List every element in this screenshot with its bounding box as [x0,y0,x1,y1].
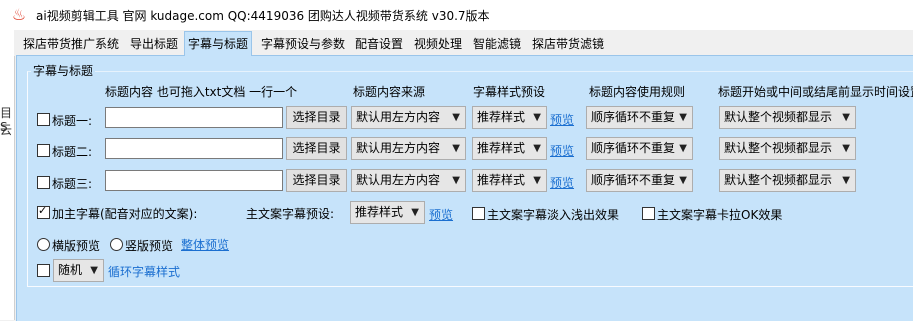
chevron-down-icon: ▼ [679,143,687,154]
tab-bar: 探店带货推广系统 导出标题 字幕与标题 字幕预设与参数 配音设置 视频处理 智能… [14,30,913,56]
tab-store-promotion[interactable]: 探店带货推广系统 [20,34,122,54]
tab-subtitle-presets[interactable]: 字幕预设与参数 [258,34,348,54]
title-2-rule-select[interactable]: 顺序循环不重复 ▼ [586,137,693,160]
chevron-down-icon: ▼ [679,112,687,123]
tab-voice-settings[interactable]: 配音设置 [352,34,406,54]
tab-panel: 字幕与标题 标题内容 也可拖入txt文档 一行一个 标题内容来源 字幕样式预设 … [16,55,913,321]
tab-store-filter[interactable]: 探店带货滤镜 [529,34,607,54]
chevron-down-icon: ▼ [452,112,460,123]
title-3-style-value: 推荐样式 [477,173,526,187]
title-3-preview-link[interactable]: 预览 [550,174,574,191]
title-3-source-select[interactable]: 默认用左方内容 ▼ [351,169,466,192]
flame-icon: ♨ [11,5,27,24]
title-1-style-select[interactable]: 推荐样式 ▼ [472,106,547,129]
main-preset-select[interactable]: 推荐样式 ▼ [350,201,425,224]
header-display-time: 标题开始或中间或结尾前显示时间设置 [718,85,913,99]
title-1-source-select[interactable]: 默认用左方内容 ▼ [351,106,466,129]
horizontal-preview-radio[interactable] [37,238,50,251]
main-preset-label: 主文案字幕预设: [246,207,335,221]
karaoke-effect-label: 主文案字幕卡拉OK效果 [657,208,783,222]
title-2-rule-value: 顺序循环不重复 [591,141,676,155]
chevron-down-icon: ▼ [452,143,460,154]
title-1-choose-dir-button[interactable]: 选择目录 [286,106,347,129]
title-2-timing-value: 默认整个视频都显示 [724,141,833,155]
chevron-down-icon: ▼ [533,112,541,123]
title-2-style-value: 推荐样式 [477,141,526,155]
title-2-label: 标题二: [52,145,93,159]
title-2-timing-select[interactable]: 默认整个视频都显示 ▼ [719,137,856,160]
title-1-source-value: 默认用左方内容 [356,110,441,124]
chevron-down-icon: ▼ [90,265,98,276]
chevron-down-icon: ▼ [679,175,687,186]
cycle-mode-select[interactable]: 随机 ▼ [53,259,104,282]
window-title: ai视频剪辑工具 官网 kudage.com QQ:4419036 团购达人视频… [36,9,490,23]
vertical-preview-label: 竖版预览 [125,239,174,253]
chevron-down-icon: ▼ [452,175,460,186]
title-2-choose-dir-button[interactable]: 选择目录 [286,137,347,160]
main-preset-value: 推荐样式 [355,205,404,219]
group-title: 字幕与标题 [31,62,96,79]
title-1-label: 标题一: [52,114,93,128]
title-1-checkbox[interactable] [37,113,50,126]
chevron-down-icon: ▼ [533,175,541,186]
title-2-checkbox[interactable] [37,144,50,157]
title-3-style-select[interactable]: 推荐样式 ▼ [472,169,547,192]
chevron-down-icon: ▼ [842,175,850,186]
title-1-input[interactable] [105,107,283,128]
title-1-rule-value: 顺序循环不重复 [591,110,676,124]
tab-export-title[interactable]: 导出标题 [127,34,181,54]
main-preset-preview-link[interactable]: 预览 [429,206,453,223]
title-2-style-select[interactable]: 推荐样式 ▼ [472,137,547,160]
chevron-down-icon: ▼ [842,143,850,154]
background-window-strip: 目云 S [0,30,15,320]
karaoke-effect-checkbox[interactable] [642,207,655,220]
title-1-rule-select[interactable]: 顺序循环不重复 ▼ [586,106,693,129]
tab-subtitles-titles[interactable]: 字幕与标题 [184,31,253,56]
title-3-choose-dir-button[interactable]: 选择目录 [286,169,347,192]
cycle-mode-value: 随机 [58,263,83,277]
header-usage-rule: 标题内容使用规则 [589,85,686,99]
horizontal-preview-label: 横版预览 [52,239,101,253]
title-1-timing-value: 默认整个视频都显示 [724,110,833,124]
title-2-source-value: 默认用左方内容 [356,141,441,155]
background-text-fragment: S [0,120,8,134]
fade-effect-checkbox[interactable] [472,207,485,220]
cycle-style-link[interactable]: 循环字幕样式 [108,263,180,280]
overall-preview-link[interactable]: 整体预览 [181,236,229,253]
header-title-source: 标题内容来源 [353,85,426,99]
header-subtitle-style: 字幕样式预设 [473,85,546,99]
chevron-down-icon: ▼ [533,143,541,154]
chevron-down-icon: ▼ [411,207,419,218]
title-3-timing-select[interactable]: 默认整个视频都显示 ▼ [719,169,856,192]
fade-effect-label: 主文案字幕淡入浅出效果 [487,208,620,222]
title-3-source-value: 默认用左方内容 [356,173,441,187]
title-bar: ♨ ai视频剪辑工具 官网 kudage.com QQ:4419036 团购达人… [0,0,913,30]
cycle-style-checkbox[interactable] [37,264,50,277]
tab-smart-filter[interactable]: 智能滤镜 [470,34,524,54]
title-3-label: 标题三: [52,177,93,191]
title-1-preview-link[interactable]: 预览 [550,111,574,128]
title-2-preview-link[interactable]: 预览 [550,142,574,159]
title-2-source-select[interactable]: 默认用左方内容 ▼ [351,137,466,160]
title-2-input[interactable] [105,138,283,159]
tab-video-processing[interactable]: 视频处理 [411,34,465,54]
main-subtitle-label: 加主字幕(配音对应的文案): [52,207,198,221]
title-1-timing-select[interactable]: 默认整个视频都显示 ▼ [719,106,856,129]
title-3-rule-value: 顺序循环不重复 [591,173,676,187]
title-3-rule-select[interactable]: 顺序循环不重复 ▼ [586,169,693,192]
title-3-timing-value: 默认整个视频都显示 [724,173,833,187]
header-title-content: 标题内容 也可拖入txt文档 一行一个 [105,85,298,99]
title-3-checkbox[interactable] [37,176,50,189]
title-1-style-value: 推荐样式 [477,110,526,124]
vertical-preview-radio[interactable] [110,238,123,251]
main-subtitle-checkbox[interactable] [37,204,50,219]
title-3-input[interactable] [105,170,283,191]
chevron-down-icon: ▼ [842,112,850,123]
